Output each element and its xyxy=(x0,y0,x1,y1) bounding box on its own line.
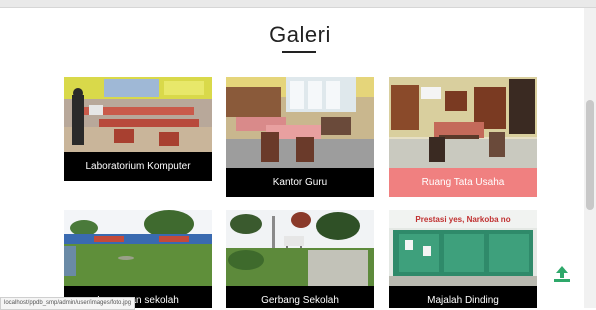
photo-wall-magazine: Prestasi yes, Narkoba no xyxy=(389,210,537,286)
gallery-card-kantor-guru[interactable]: Kantor Guru xyxy=(226,77,374,197)
gallery-caption: Ruang Tata Usaha xyxy=(389,168,537,197)
photo-sign-text: Prestasi yes, Narkoba no xyxy=(415,215,510,224)
photo-school-field xyxy=(64,210,212,286)
photo-admin-room xyxy=(389,77,537,168)
photo-school-gate xyxy=(226,210,374,286)
gallery-card-ruang-tata-usaha[interactable]: Ruang Tata Usaha xyxy=(389,77,537,197)
photo-computer-lab xyxy=(64,77,212,152)
top-divider xyxy=(0,7,596,8)
scrollbar-thumb[interactable] xyxy=(586,100,594,210)
gallery-card-gerbang-sekolah[interactable]: Gerbang Sekolah xyxy=(226,210,374,308)
gallery-caption: Gerbang Sekolah xyxy=(226,286,374,308)
gallery-card-lapangan-sekolah[interactable]: Lapangan sekolah xyxy=(64,210,212,308)
browser-top-bar xyxy=(0,0,596,7)
upload-icon[interactable] xyxy=(551,264,573,284)
gallery-card-majalah-dinding[interactable]: Prestasi yes, Narkoba no Majalah Dinding xyxy=(389,210,537,308)
gallery-caption: Kantor Guru xyxy=(226,168,374,197)
gallery-caption: Laboratorium Komputer xyxy=(64,152,212,181)
title-underline xyxy=(282,51,316,53)
gallery-caption: Majalah Dinding xyxy=(389,286,537,308)
photo-teacher-office xyxy=(226,77,374,168)
status-bar-url: localhost/ppdb_smp/admin/user/images/fot… xyxy=(0,297,136,310)
page-title: Galeri xyxy=(269,22,331,47)
gallery-card-laboratorium-komputer[interactable]: Laboratorium Komputer xyxy=(64,77,212,181)
